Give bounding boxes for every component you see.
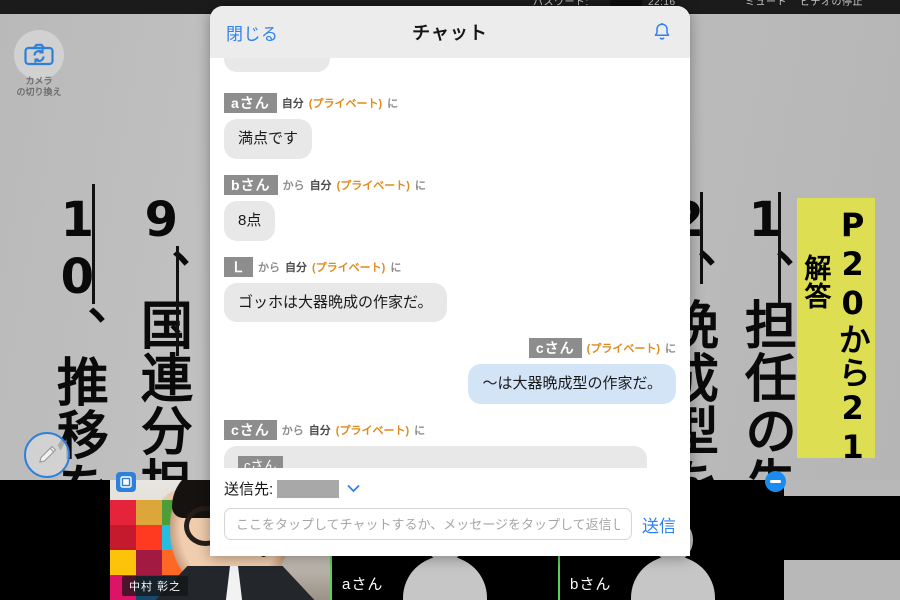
chat-composer: 送信先: 送信 xyxy=(210,468,690,556)
layout-icon xyxy=(120,476,132,488)
chat-private-label: (プライベート) xyxy=(586,343,660,356)
chat-bubble: ゴッホは大器晩成の作家だ。 xyxy=(224,282,447,323)
sdg-tile xyxy=(110,500,136,525)
chat-bubble: 満点です xyxy=(224,119,313,159)
minus-icon xyxy=(770,480,781,483)
chat-message-header: Ｌ から 自分 (プライベート) に xyxy=(224,256,676,277)
chat-bubble: 8点 xyxy=(224,200,276,241)
chat-to-label: に xyxy=(387,98,399,110)
chat-self-label: 自分 xyxy=(281,98,304,110)
layout-toggle-button[interactable] xyxy=(116,472,136,492)
zoom-meeting-screen: パスワード: 22:16 ミュート ビデオの停止 10、推移を見守る 9、国連分… xyxy=(0,0,900,600)
chat-message[interactable]: cさん (プライベート) に 〜は大器晩成型の作家だ。 xyxy=(224,338,676,404)
chat-sender-chip: aさん xyxy=(224,93,277,113)
self-name-label: 中村 彰之 xyxy=(122,576,189,596)
chat-to-label: に xyxy=(414,425,426,437)
chat-sender-chip: bさん xyxy=(224,174,278,195)
participant-name-a: aさん xyxy=(342,576,384,593)
chat-message-header: bさん から 自分 (プライベート) に xyxy=(224,174,676,195)
chat-private-label: (プライベート) xyxy=(336,179,410,192)
chat-close-button[interactable]: 閉じる xyxy=(226,20,279,45)
document-column-1-number: 1、 xyxy=(737,192,794,298)
chat-recipient-value-redacted xyxy=(277,479,340,498)
notification-bell-button[interactable] xyxy=(650,20,674,44)
mute-button[interactable]: ミュート xyxy=(745,0,787,10)
chat-message[interactable]: bさん から 自分 (プライベート) に 8点 xyxy=(224,174,676,241)
document-column-9-body: 国連分担金？ xyxy=(131,298,192,480)
chat-message-input[interactable] xyxy=(224,508,632,540)
chat-recipient-label: 送信先: xyxy=(224,481,274,498)
document-column-9: 9、国連分担金？ xyxy=(118,72,204,480)
chat-sender-chip: Ｌ xyxy=(224,256,253,277)
chat-to-label: に xyxy=(390,261,402,274)
document-underline xyxy=(92,184,95,304)
chat-message[interactable]: aさん 自分 (プライベート) に 満点です xyxy=(224,93,676,159)
chat-input-row: 送信 xyxy=(224,508,676,540)
document-underline xyxy=(778,192,781,304)
chat-bubble: cさん 徳川家康は60歳を過ぎて関ヶ原の戦いに勝利し江戸時代を作ったため大器晩成… xyxy=(224,446,647,468)
chat-title: チャット xyxy=(412,23,488,43)
document-underline xyxy=(176,246,179,356)
chat-private-label: (プライベート) xyxy=(312,261,386,274)
avatar-body xyxy=(631,556,715,600)
participant-name-b: bさん xyxy=(570,576,612,593)
chat-recipient-chip: cさん xyxy=(528,338,582,359)
chat-panel: 閉じる チャット aさん 自分 (プライベート) に 満点です bさん から 自… xyxy=(210,6,690,556)
chat-private-label: (プライベート) xyxy=(308,98,383,110)
chat-message-header: aさん 自分 (プライベート) に xyxy=(224,93,676,113)
collapse-filmstrip-button[interactable] xyxy=(765,471,786,492)
chat-message[interactable]: cさん から 自分 (プライベート) に cさん 徳川家康は60歳を過ぎて関ヶ原… xyxy=(224,420,676,468)
bell-icon xyxy=(654,22,670,40)
annotate-pen-button[interactable] xyxy=(24,432,70,478)
chat-to-label: に xyxy=(665,343,676,356)
stop-video-button[interactable]: ビデオの停止 xyxy=(800,0,863,10)
chat-inline-sender-chip: cさん xyxy=(238,456,283,468)
chat-self-label: 自分 xyxy=(285,261,307,274)
chat-from-label: から xyxy=(282,179,305,192)
answer-highlight-main-text: P20から21 より xyxy=(833,206,872,480)
chat-from-label: から xyxy=(281,425,304,437)
chat-sender-chip: cさん xyxy=(224,420,277,440)
sdg-tile xyxy=(136,525,162,550)
sdg-tile xyxy=(136,550,162,575)
avatar-body xyxy=(403,556,487,600)
chat-message-list[interactable]: aさん 自分 (プライベート) に 満点です bさん から 自分 (プライベート… xyxy=(210,58,690,468)
sdg-tile xyxy=(136,500,162,525)
chat-self-label: 自分 xyxy=(309,179,332,192)
document-underline xyxy=(700,192,703,284)
chat-message-header: cさん (プライベート) に xyxy=(224,338,676,359)
chat-bubble: 〜は大器晩成型の作家だ。 xyxy=(468,364,676,404)
chat-send-button[interactable]: 送信 xyxy=(642,512,676,537)
chat-bubble xyxy=(224,58,330,72)
chat-recipient-row[interactable]: 送信先: xyxy=(224,478,676,499)
answer-highlight-sub-text: 解答 xyxy=(799,254,831,310)
chat-message[interactable]: Ｌ から 自分 (プライベート) に ゴッホは大器晩成の作家だ。 xyxy=(224,256,676,323)
document-column-1-body: 担任の先生 xyxy=(735,298,796,480)
filmstrip-right-gap-bottom xyxy=(784,560,900,600)
document-column-10: 10、推移を見守る xyxy=(34,72,120,480)
camera-flip-icon xyxy=(24,43,54,66)
filmstrip-right-gap-top xyxy=(784,480,900,496)
chat-header: 閉じる チャット xyxy=(210,6,690,58)
chat-message[interactable] xyxy=(224,58,676,77)
chat-self-label: 自分 xyxy=(308,425,331,437)
chat-to-label: に xyxy=(414,179,426,192)
camera-switch-label: カメラ の切り換え xyxy=(16,76,62,97)
chat-message-header: cさん から 自分 (プライベート) に xyxy=(224,420,676,440)
sdg-tile xyxy=(110,550,136,575)
document-column-10-number: 10、 xyxy=(49,192,106,355)
document-column-9-number: 9、 xyxy=(133,192,190,298)
camera-switch-button[interactable] xyxy=(14,30,64,80)
document-column-1: 1、担任の先生 xyxy=(722,72,808,480)
sdg-tile xyxy=(110,525,136,550)
chat-private-label: (プライベート) xyxy=(335,425,410,437)
pen-icon xyxy=(39,445,57,463)
chevron-down-icon[interactable] xyxy=(347,481,360,496)
chat-from-label: から xyxy=(258,261,280,274)
